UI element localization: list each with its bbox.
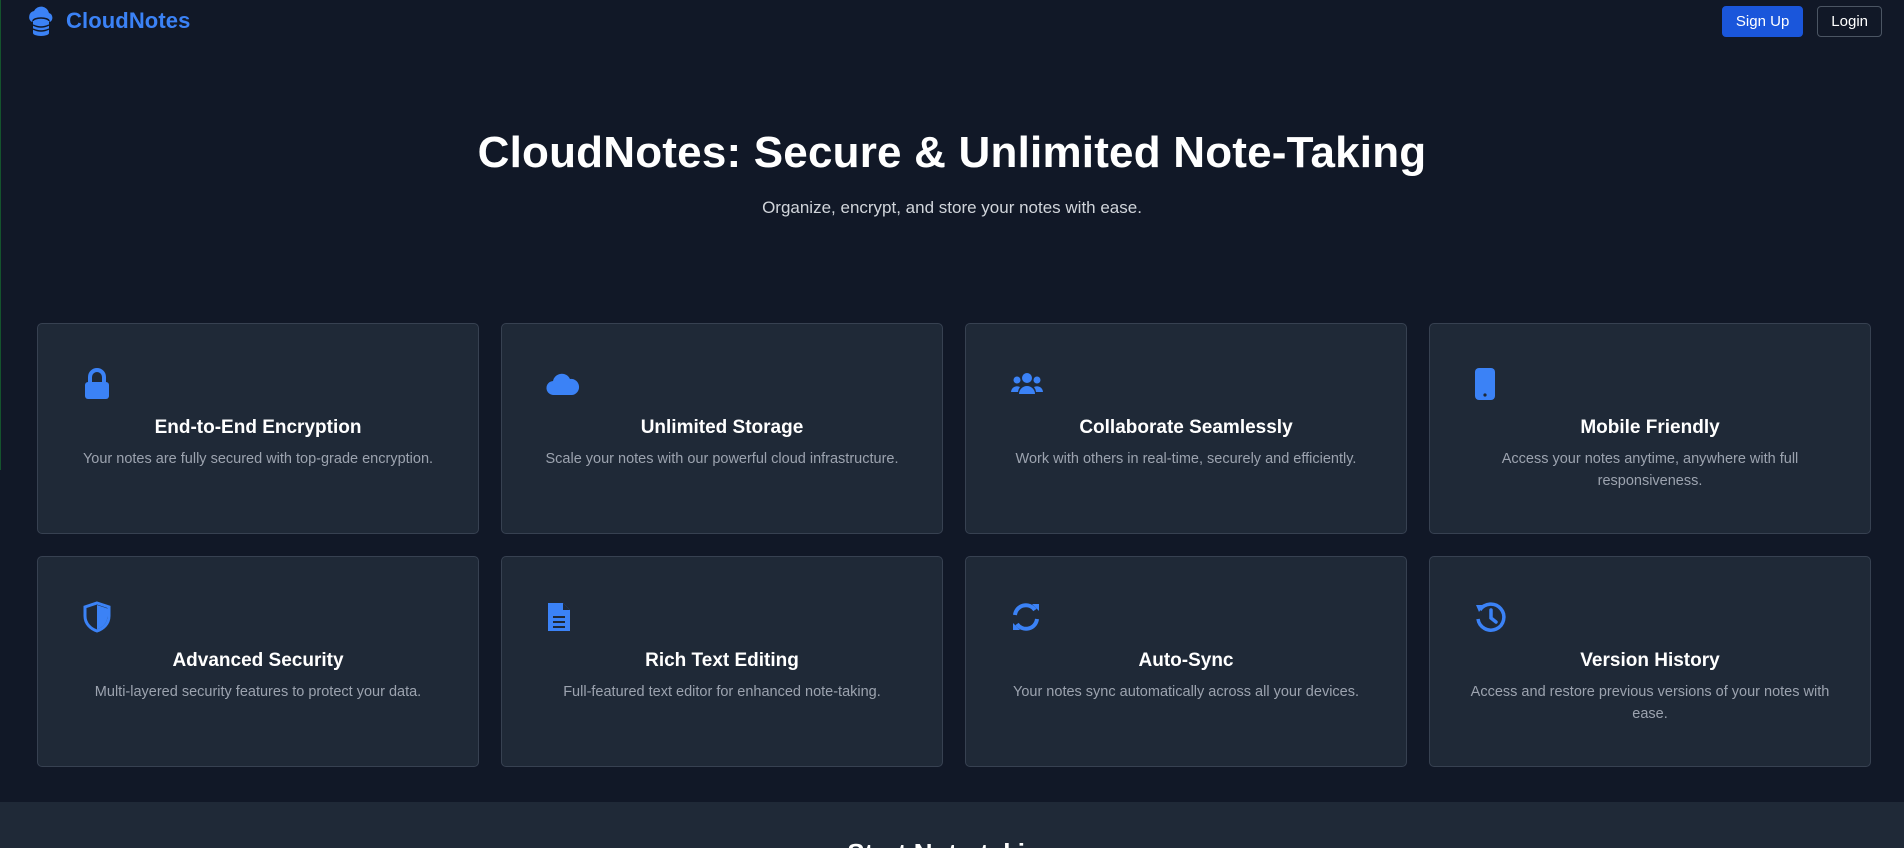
feature-card-security: Advanced Security Multi-layered security… — [37, 556, 479, 767]
feature-card-collaborate: Collaborate Seamlessly Work with others … — [965, 323, 1407, 534]
hero-subtitle: Organize, encrypt, and store your notes … — [762, 198, 1142, 217]
feature-description: Access your notes anytime, anywhere with… — [1501, 451, 1799, 489]
landing-page: CloudNotes Sign Up Login CloudNotes: Sec… — [0, 0, 1904, 848]
cloud-database-icon — [24, 4, 58, 38]
feature-description: Your notes sync automatically across all… — [1012, 684, 1360, 700]
sign-up-button[interactable]: Sign Up — [1721, 5, 1804, 37]
hero-title: CloudNotes: Secure & Unlimited Note-Taki… — [477, 128, 1427, 177]
window-edge — [0, 0, 1, 470]
feature-title: Unlimited Storage — [640, 417, 804, 438]
feature-description: Your notes are fully secured with top-gr… — [82, 451, 434, 467]
feature-title: End-to-End Encryption — [154, 417, 362, 438]
document-icon — [546, 600, 580, 634]
next-section-title: Start Note-taking — [0, 838, 1904, 848]
feature-description: Access and restore previous versions of … — [1470, 684, 1830, 722]
brand[interactable]: CloudNotes — [24, 4, 190, 38]
feature-description: Full-featured text editor for enhanced n… — [563, 684, 881, 700]
sync-icon — [1010, 600, 1044, 634]
cloud-icon — [546, 367, 580, 401]
hero-section: CloudNotes: Secure & Unlimited Note-Taki… — [0, 128, 1904, 218]
feature-title: Advanced Security — [172, 650, 344, 671]
feature-card-auto-sync: Auto-Sync Your notes sync automatically … — [965, 556, 1407, 767]
shield-icon — [82, 600, 116, 634]
feature-description: Scale your notes with our powerful cloud… — [545, 451, 899, 467]
features-grid: End-to-End Encryption Your notes are ful… — [37, 323, 1871, 767]
mobile-icon — [1474, 367, 1508, 401]
feature-title: Version History — [1580, 650, 1720, 671]
feature-title: Auto-Sync — [1138, 650, 1234, 671]
feature-card-version-history: Version History Access and restore previ… — [1429, 556, 1871, 767]
feature-title: Rich Text Editing — [645, 650, 799, 671]
feature-description: Work with others in real-time, securely … — [1015, 451, 1357, 467]
login-button[interactable]: Login — [1817, 5, 1882, 37]
feature-title: Collaborate Seamlessly — [1079, 417, 1293, 438]
lock-icon — [82, 367, 116, 401]
nav-actions: Sign Up Login — [1721, 5, 1882, 37]
feature-card-storage: Unlimited Storage Scale your notes with … — [501, 323, 943, 534]
users-icon — [1010, 367, 1044, 401]
feature-card-rich-text: Rich Text Editing Full-featured text edi… — [501, 556, 943, 767]
brand-name: CloudNotes — [66, 8, 191, 33]
feature-description: Multi-layered security features to prote… — [94, 684, 422, 700]
history-icon — [1474, 600, 1508, 634]
feature-card-encryption: End-to-End Encryption Your notes are ful… — [37, 323, 479, 534]
top-navbar: CloudNotes Sign Up Login — [0, 0, 1904, 42]
feature-title: Mobile Friendly — [1580, 417, 1720, 438]
next-section: Start Note-taking — [0, 802, 1904, 848]
feature-card-mobile: Mobile Friendly Access your notes anytim… — [1429, 323, 1871, 534]
